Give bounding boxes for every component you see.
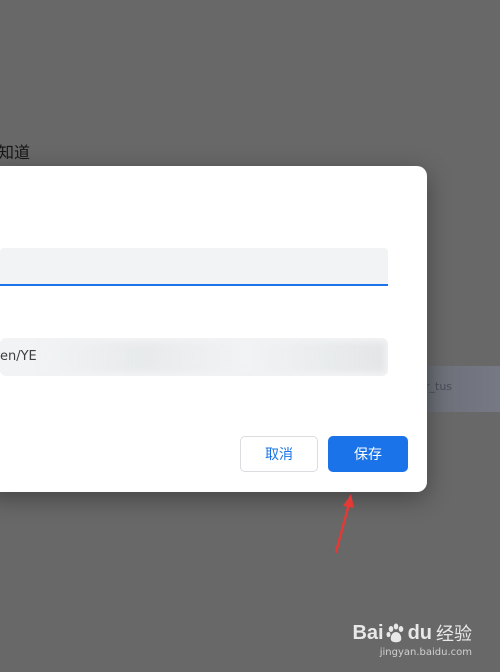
name-field[interactable] (0, 248, 388, 286)
watermark: Bai du 经验 jingyan.baidu.com (352, 620, 472, 659)
cancel-button[interactable]: 取消 (240, 436, 318, 472)
watermark-url: jingyan.baidu.com (379, 647, 472, 658)
save-button[interactable]: 保存 (328, 436, 408, 472)
watermark-bai: Bai (352, 621, 384, 644)
watermark-logo: Bai du 经验 (352, 620, 472, 646)
url-field[interactable]: en/YE (0, 338, 388, 376)
bookmark-dialog: en/YE 取消 保存 (0, 166, 427, 492)
background-text: 知道 (0, 143, 31, 162)
url-field-text: en/YE (0, 349, 37, 364)
watermark-du: du (407, 621, 432, 644)
watermark-jingyan: 经验 (436, 624, 472, 644)
url-blur-mask (40, 342, 385, 372)
red-arrow-icon (334, 494, 354, 554)
background-strip-text: r_tus (425, 380, 453, 393)
baidu-paw-icon (386, 623, 403, 643)
